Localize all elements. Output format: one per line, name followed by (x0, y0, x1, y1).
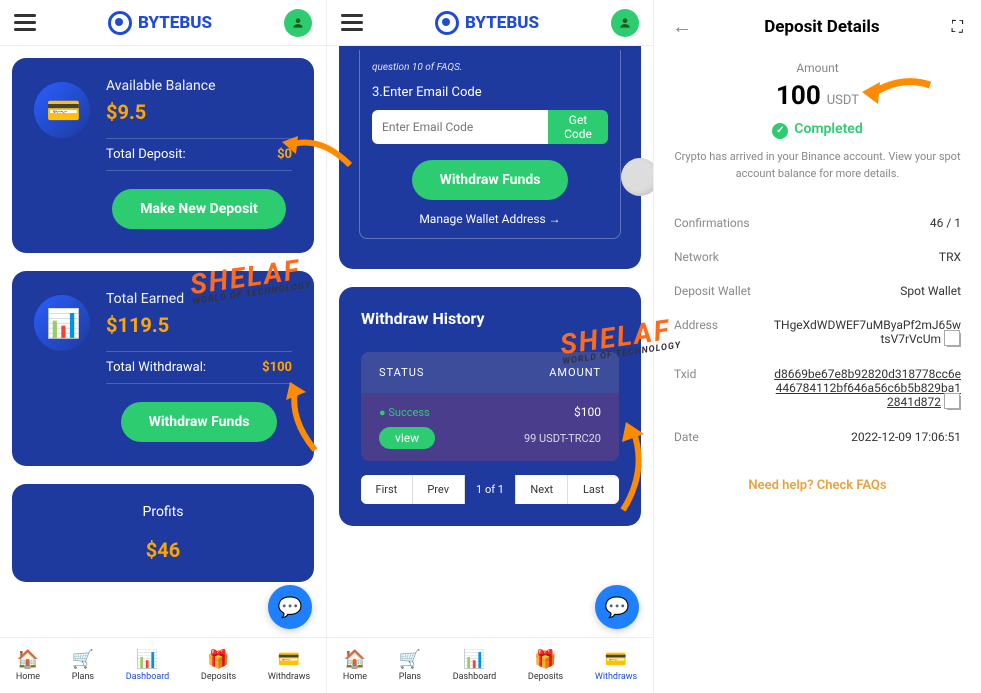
get-code-button[interactable]: Get Code (548, 110, 608, 144)
view-button[interactable]: view (379, 427, 435, 449)
address-value: THgeXdWDWEF7uMByaPf2mJ65wtsV7rVcUm (771, 318, 961, 347)
txid-label: Txid (674, 367, 696, 381)
th-status: STATUS (379, 366, 424, 379)
pagination: First Prev 1 of 1 Next Last (361, 475, 619, 504)
brand-text: BYTEBUS (465, 13, 539, 33)
pager-last[interactable]: Last (568, 475, 619, 504)
nav-deposits[interactable]: 🎁Deposits (201, 649, 236, 682)
pager-first[interactable]: First (361, 475, 413, 504)
earned-label: Total Earned (106, 291, 292, 307)
total-deposit-value: $0 (277, 147, 292, 162)
page-title: Deposit Details (764, 17, 879, 37)
nav-withdraws[interactable]: 💳Withdraws (268, 649, 310, 682)
history-row: ● Success $100 view 99 USDT-TRC20 (361, 393, 619, 461)
profits-card: Profits $46 (12, 484, 314, 582)
withdraw-history-card: Withdraw History STATUS AMOUNT ● Success… (339, 287, 641, 526)
history-title: Withdraw History (361, 309, 619, 328)
wallet-label: Deposit Wallet (674, 284, 751, 298)
nav-plans[interactable]: 🛒Plans (399, 649, 421, 682)
balance-card: Available Balance $9.5 Total Deposit: $0… (12, 58, 314, 253)
make-deposit-button[interactable]: Make New Deposit (112, 189, 285, 229)
logo-icon (108, 11, 132, 35)
avatar[interactable] (284, 9, 312, 37)
brand-text: BYTEBUS (138, 13, 212, 33)
date-label: Date (674, 430, 699, 444)
scroll-handle[interactable] (621, 158, 654, 196)
logo[interactable]: BYTEBUS (435, 11, 539, 35)
logo-icon (435, 11, 459, 35)
amount-value: 100 (776, 81, 821, 111)
status-badge: ● Success (379, 406, 430, 419)
bottom-nav: 🏠Home 🛒Plans 📊Dashboard 🎁Deposits 💳Withd… (0, 637, 326, 693)
balance-value: $9.5 (106, 100, 292, 124)
network-label: Network (674, 250, 719, 264)
nav-plans[interactable]: 🛒Plans (72, 649, 94, 682)
chat-icon[interactable]: 💬 (595, 585, 639, 629)
withdraw-funds-button[interactable]: Withdraw Funds (412, 160, 569, 200)
pager-next[interactable]: Next (516, 475, 568, 504)
amount-label: Amount (674, 61, 961, 75)
manage-wallet-link[interactable]: Manage Wallet Address → (372, 212, 608, 226)
expand-icon[interactable]: ⛶ (952, 17, 963, 37)
th-amount: AMOUNT (549, 366, 601, 379)
logo[interactable]: BYTEBUS (108, 11, 212, 35)
address-label: Address (674, 318, 718, 332)
copy-icon[interactable] (947, 396, 961, 410)
wallet-icon (34, 82, 90, 138)
row-amount: $100 (574, 405, 601, 419)
pager-current: 1 of 1 (465, 475, 517, 504)
total-deposit-label: Total Deposit: (106, 147, 186, 162)
help-link[interactable]: Need help? Check FAQs (674, 478, 961, 493)
nav-home[interactable]: 🏠Home (343, 649, 367, 682)
step-label: 3.Enter Email Code (372, 85, 608, 100)
wallet-value: Spot Wallet (900, 284, 961, 298)
withdraw-form-card: question 10 of FAQS. 3.Enter Email Code … (339, 46, 641, 269)
confirmations-label: Confirmations (674, 216, 750, 230)
profits-value: $46 (32, 538, 294, 562)
network-value: TRX (939, 250, 961, 264)
withdraw-button[interactable]: Withdraw Funds (121, 402, 278, 442)
avatar[interactable] (611, 9, 639, 37)
row-detail: 99 USDT-TRC20 (524, 432, 601, 445)
earned-card: Total Earned $119.5 Total Withdrawal: $1… (12, 271, 314, 466)
txid-value[interactable]: d8669be67e8b92820d318778cc6e446784112bf6… (771, 367, 961, 410)
date-value: 2022-12-09 17:06:51 (851, 430, 961, 444)
nav-home[interactable]: 🏠Home (16, 649, 40, 682)
nav-dashboard[interactable]: 📊Dashboard (126, 649, 170, 682)
nav-deposits[interactable]: 🎁Deposits (528, 649, 563, 682)
confirmations-value: 46 / 1 (930, 216, 961, 230)
copy-icon[interactable] (947, 333, 961, 347)
deposit-note: Crypto has arrived in your Binance accou… (674, 149, 961, 182)
amount-currency: USDT (827, 93, 859, 108)
nav-dashboard[interactable]: 📊Dashboard (453, 649, 497, 682)
withdrawal-label: Total Withdrawal: (106, 360, 206, 375)
email-code-input[interactable] (372, 110, 548, 144)
bottom-nav: 🏠Home 🛒Plans 📊Dashboard 🎁Deposits 💳Withd… (327, 637, 653, 693)
back-icon[interactable]: ← (672, 14, 692, 39)
chat-icon[interactable]: 💬 (268, 585, 312, 629)
withdrawal-value: $100 (262, 360, 292, 375)
chart-icon (34, 295, 90, 351)
balance-label: Available Balance (106, 78, 292, 94)
pager-prev[interactable]: Prev (413, 475, 465, 504)
faq-note: question 10 of FAQS. (372, 62, 608, 73)
profits-label: Profits (32, 504, 294, 520)
earned-value: $119.5 (106, 313, 292, 337)
nav-withdraws[interactable]: 💳Withdraws (595, 649, 637, 682)
menu-icon[interactable] (341, 14, 363, 31)
status-completed: Completed (674, 121, 961, 139)
menu-icon[interactable] (14, 14, 36, 31)
